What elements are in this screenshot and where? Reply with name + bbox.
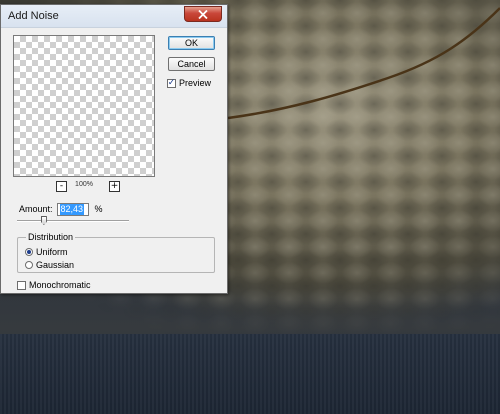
snake-stripe [228, 7, 500, 120]
amount-row: Amount: 82,43 % [19, 202, 103, 216]
close-button[interactable] [184, 6, 222, 22]
amount-unit: % [94, 204, 103, 214]
amount-slider[interactable] [17, 216, 129, 227]
preview-checkbox-row[interactable]: ✓ Preview [167, 77, 211, 89]
monochromatic-label: Monochromatic [29, 280, 91, 290]
distribution-uniform-option[interactable]: Uniform [25, 246, 68, 257]
fabric-surface [0, 334, 500, 414]
check-icon: ✓ [167, 77, 176, 88]
amount-value: 82,43 [59, 203, 85, 215]
title-bar[interactable]: Add Noise [1, 5, 227, 28]
preview-label: Preview [179, 78, 212, 88]
preview-pane[interactable] [13, 35, 155, 177]
dialog-title: Add Noise [8, 10, 59, 22]
monochromatic-row[interactable]: Monochromatic [17, 279, 91, 291]
monochromatic-checkbox[interactable] [17, 280, 26, 290]
distribution-gaussian-option[interactable]: Gaussian [25, 259, 74, 270]
distribution-label: Distribution [26, 232, 76, 242]
amount-input[interactable]: 82,43 [56, 202, 89, 216]
gaussian-radio[interactable] [25, 260, 33, 269]
zoom-level: 100% [75, 181, 93, 188]
uniform-label: Uniform [36, 246, 68, 257]
distribution-group: Distribution Uniform Gaussian [17, 232, 215, 273]
zoom-in-button[interactable]: + [109, 181, 120, 192]
slider-thumb[interactable] [40, 216, 47, 225]
cancel-button[interactable]: Cancel [168, 57, 215, 71]
gaussian-label: Gaussian [36, 259, 75, 270]
zoom-controls: - 100% + [13, 181, 155, 193]
close-icon [198, 9, 208, 19]
ok-button[interactable]: OK [168, 36, 215, 50]
uniform-radio[interactable] [25, 247, 33, 256]
slider-track [17, 220, 129, 222]
add-noise-dialog: Add Noise - 100% + OK Cancel ✓ Preview A… [0, 4, 228, 294]
preview-checkbox[interactable]: ✓ [167, 77, 176, 88]
amount-label: Amount: [19, 204, 53, 214]
